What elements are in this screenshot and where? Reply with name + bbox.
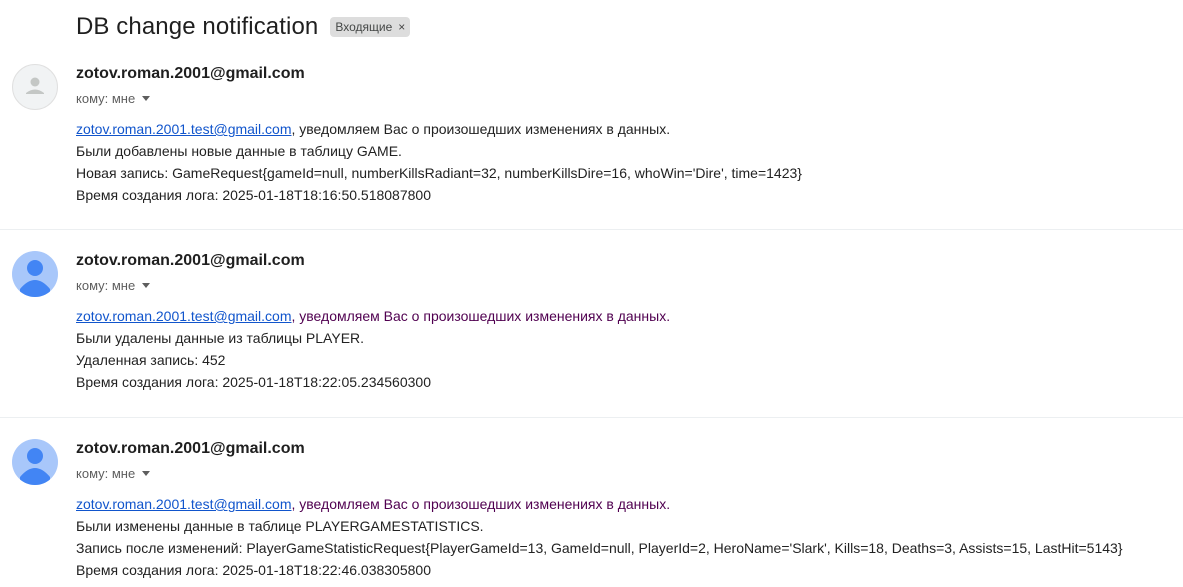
- message-body: zotov.roman.2001.test@gmail.com, уведомл…: [76, 493, 1123, 581]
- label-text: Входящие: [335, 20, 393, 34]
- body-line-2: Были удалены данные из таблицы PLAYER.: [76, 330, 365, 346]
- body-line-1: zotov.roman.2001.test@gmail.com, уведомл…: [76, 493, 1123, 515]
- recipient-link[interactable]: zotov.roman.2001.test@gmail.com: [76, 496, 292, 512]
- email-message: zotov.roman.2001@gmail.com кому: мне zot…: [0, 247, 1183, 417]
- recipient-line[interactable]: кому: мне: [76, 278, 151, 293]
- greeting-text: , уведомляем Вас о произошедших изменени…: [291, 496, 671, 512]
- recipient-text: кому: мне: [76, 466, 136, 481]
- message-divider: [0, 417, 1183, 418]
- body-line-2: Были изменены данные в таблице PLAYERGAM…: [76, 518, 484, 534]
- sender-avatar[interactable]: [12, 251, 58, 297]
- chevron-down-icon[interactable]: [142, 471, 151, 476]
- sender-avatar[interactable]: [12, 439, 58, 485]
- body-line-4: Время создания лога: 2025-01-18T18:22:05…: [76, 374, 431, 390]
- body-line-4: Время создания лога: 2025-01-18T18:22:46…: [76, 562, 431, 578]
- recipient-link[interactable]: zotov.roman.2001.test@gmail.com: [76, 308, 292, 324]
- sender-email[interactable]: zotov.roman.2001@gmail.com: [76, 65, 305, 83]
- recipient-line[interactable]: кому: мне: [76, 466, 151, 481]
- sender-avatar[interactable]: [12, 64, 58, 110]
- body-line-3: Удаленная запись: 452: [76, 352, 226, 368]
- body-line-4: Время создания лога: 2025-01-18T18:16:50…: [76, 187, 431, 203]
- remove-label-icon[interactable]: ×: [398, 20, 405, 34]
- body-line-1: zotov.roman.2001.test@gmail.com, уведомл…: [76, 118, 802, 140]
- chevron-down-icon[interactable]: [142, 283, 151, 288]
- greeting-text: , уведомляем Вас о произошедших изменени…: [291, 308, 671, 324]
- greeting-text: , уведомляем Вас о произошедших изменени…: [291, 121, 671, 137]
- body-line-1: zotov.roman.2001.test@gmail.com, уведомл…: [76, 305, 670, 327]
- message-body: zotov.roman.2001.test@gmail.com, уведомл…: [76, 305, 670, 393]
- default-person-icon: [20, 260, 50, 297]
- sender-email[interactable]: zotov.roman.2001@gmail.com: [76, 252, 305, 270]
- recipient-link[interactable]: zotov.roman.2001.test@gmail.com: [76, 121, 292, 137]
- email-subject: DB change notification: [76, 13, 319, 40]
- message-divider: [0, 229, 1183, 230]
- message-body: zotov.roman.2001.test@gmail.com, уведомл…: [76, 118, 802, 206]
- recipient-text: кому: мне: [76, 91, 136, 106]
- email-message: zotov.roman.2001@gmail.com кому: мне zot…: [0, 435, 1183, 587]
- email-message: zotov.roman.2001@gmail.com кому: мне zot…: [0, 60, 1183, 230]
- default-person-icon: [20, 448, 50, 485]
- body-line-2: Были добавлены новые данные в таблицу GA…: [76, 143, 402, 159]
- sender-email[interactable]: zotov.roman.2001@gmail.com: [76, 440, 305, 458]
- recipient-line[interactable]: кому: мне: [76, 91, 151, 106]
- recipient-text: кому: мне: [76, 278, 136, 293]
- default-person-icon: [26, 77, 44, 94]
- body-line-3: Запись после изменений: PlayerGameStatis…: [76, 540, 1123, 556]
- inbox-label-chip[interactable]: Входящие ×: [330, 17, 411, 37]
- thread-header: DB change notification Входящие ×: [76, 10, 411, 44]
- body-line-3: Новая запись: GameRequest{gameId=null, n…: [76, 165, 802, 181]
- chevron-down-icon[interactable]: [142, 96, 151, 101]
